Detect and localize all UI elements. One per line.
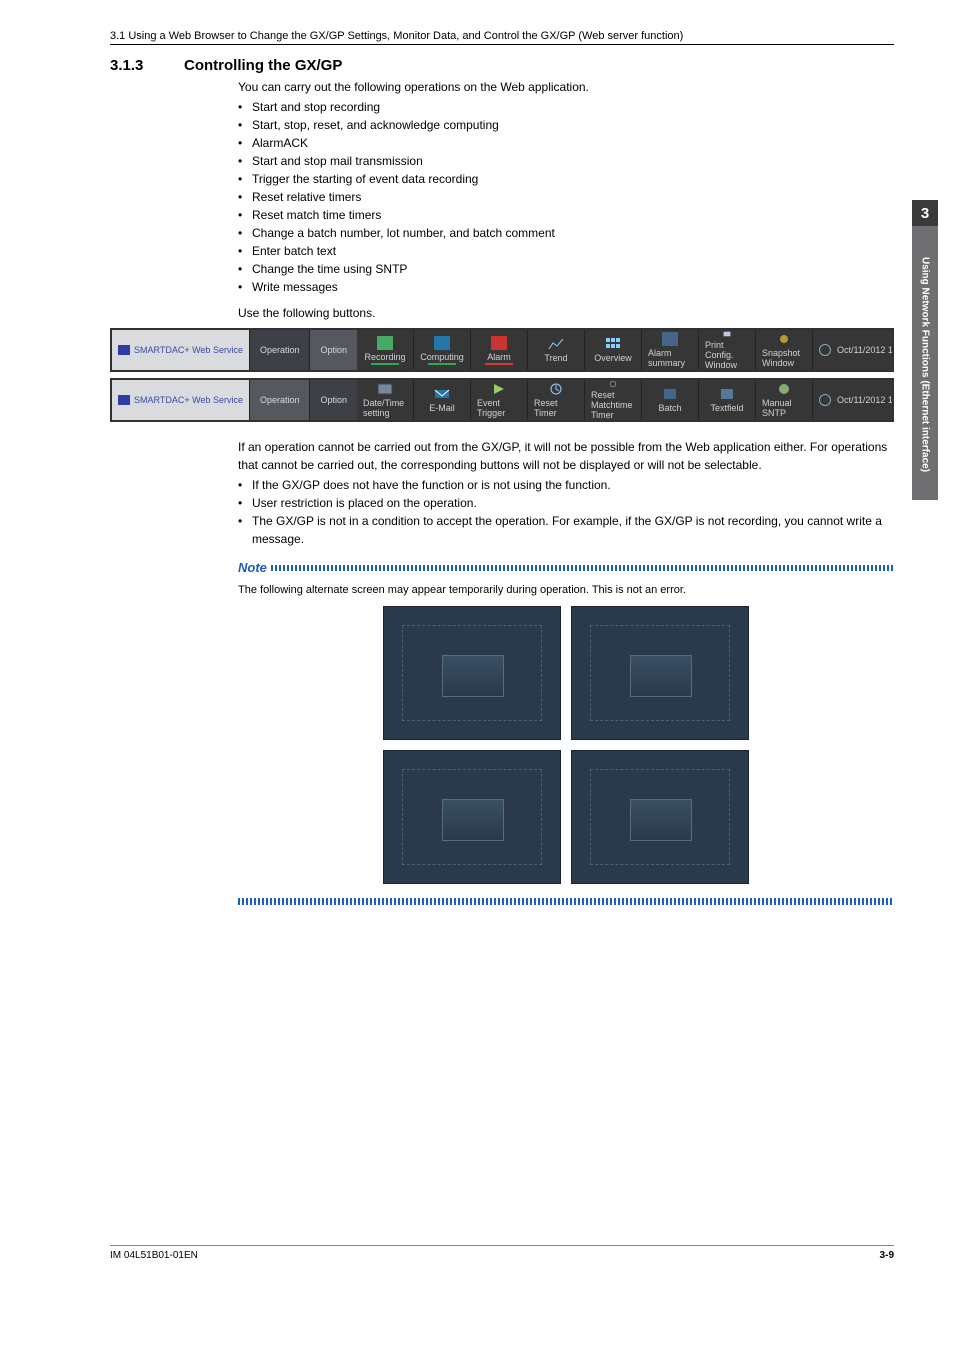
screenshot-thumb — [571, 750, 749, 884]
event-trigger-button[interactable]: Event Trigger — [471, 380, 528, 420]
section-title: Controlling the GX/GP — [184, 57, 342, 74]
cond-item: If the GX/GP does not have the function … — [238, 476, 894, 494]
computing-button[interactable]: Computing — [414, 330, 471, 370]
footer-right: 3-9 — [880, 1250, 894, 1261]
op-item: Write messages — [238, 278, 894, 296]
op-item: Change a batch number, lot number, and b… — [238, 224, 894, 242]
tab-operation[interactable]: Operation — [249, 380, 310, 420]
overview-button[interactable]: Overview — [585, 330, 642, 370]
op-item: Change the time using SNTP — [238, 260, 894, 278]
brand-icon — [118, 345, 130, 355]
op-item: Trigger the starting of event data recor… — [238, 170, 894, 188]
reset-timer-button[interactable]: Reset Timer — [528, 380, 585, 420]
tab-option[interactable]: Option — [309, 330, 357, 370]
intro-text: You can carry out the following operatio… — [238, 78, 894, 96]
note-rule — [271, 565, 894, 571]
note-end-rule — [238, 898, 894, 905]
chapter-side-tab: 3 Using Network Functions (Ethernet inte… — [912, 200, 938, 500]
datetime-button[interactable]: Date/Time setting — [357, 380, 414, 420]
alarm-summary-button[interactable]: Alarm summary — [642, 330, 699, 370]
cond-item: The GX/GP is not in a condition to accep… — [238, 512, 894, 548]
note-label: Note — [238, 558, 267, 578]
chapter-number: 3 — [912, 200, 938, 226]
section-number: 3.1.3 — [110, 57, 166, 74]
toolbar-option: SMARTDAC+ Web Service Operation Option D… — [110, 378, 894, 422]
chapter-label: Using Network Functions (Ethernet interf… — [920, 257, 931, 472]
screenshot-thumb — [571, 606, 749, 740]
alarm-button[interactable]: Alarm — [471, 330, 528, 370]
brand-text: SMARTDAC+ Web Service — [134, 345, 243, 355]
op-item: Enter batch text — [238, 242, 894, 260]
breadcrumb: 3.1 Using a Web Browser to Change the GX… — [110, 30, 894, 45]
batch-button[interactable]: Batch — [642, 380, 699, 420]
screenshot-thumb — [383, 750, 561, 884]
recording-button[interactable]: Recording — [357, 330, 414, 370]
operations-list: Start and stop recording Start, stop, re… — [238, 98, 894, 296]
op-item: Reset relative timers — [238, 188, 894, 206]
brand-label: SMARTDAC+ Web Service — [112, 380, 249, 420]
op-item: Reset match time timers — [238, 206, 894, 224]
print-config-button[interactable]: Print Config. Window — [699, 330, 756, 370]
clock-text: Oct/11/2012 12:48:17 — [837, 345, 894, 355]
paragraph: If an operation cannot be carried out fr… — [238, 438, 894, 474]
email-button[interactable]: E-Mail — [414, 380, 471, 420]
brand-label: SMARTDAC+ Web Service — [112, 330, 249, 370]
op-item: Start and stop recording — [238, 98, 894, 116]
status-bar: Oct/11/2012 12:48:28 000009 00:08:30 00:… — [813, 380, 894, 420]
clock-text: Oct/11/2012 12:48:28 — [837, 395, 894, 405]
clock-icon — [819, 344, 831, 356]
clock-icon — [819, 394, 831, 406]
footer-left: IM 04L51B01-01EN — [110, 1250, 198, 1261]
tab-option[interactable]: Option — [309, 380, 357, 420]
textfield-button[interactable]: Textfield — [699, 380, 756, 420]
brand-text: SMARTDAC+ Web Service — [134, 395, 243, 405]
status-bar: Oct/11/2012 12:48:17 000009 00:08:31 00:… — [813, 330, 894, 370]
tab-operation[interactable]: Operation — [249, 330, 310, 370]
op-item: Start, stop, reset, and acknowledge comp… — [238, 116, 894, 134]
toolbar-operation: SMARTDAC+ Web Service Operation Option R… — [110, 328, 894, 372]
cond-item: User restriction is placed on the operat… — [238, 494, 894, 512]
op-item: Start and stop mail transmission — [238, 152, 894, 170]
reset-matchtime-button[interactable]: Reset Matchtime Timer — [585, 380, 642, 420]
conditions-list: If the GX/GP does not have the function … — [238, 476, 894, 548]
alternate-thumbnails — [376, 606, 756, 884]
note-text: The following alternate screen may appea… — [238, 582, 894, 599]
use-buttons-text: Use the following buttons. — [238, 304, 894, 322]
trend-button[interactable]: Trend — [528, 330, 585, 370]
screenshot-thumb — [383, 606, 561, 740]
op-item: AlarmACK — [238, 134, 894, 152]
brand-icon — [118, 395, 130, 405]
manual-sntp-button[interactable]: Manual SNTP — [756, 380, 813, 420]
snapshot-button[interactable]: Snapshot Window — [756, 330, 813, 370]
